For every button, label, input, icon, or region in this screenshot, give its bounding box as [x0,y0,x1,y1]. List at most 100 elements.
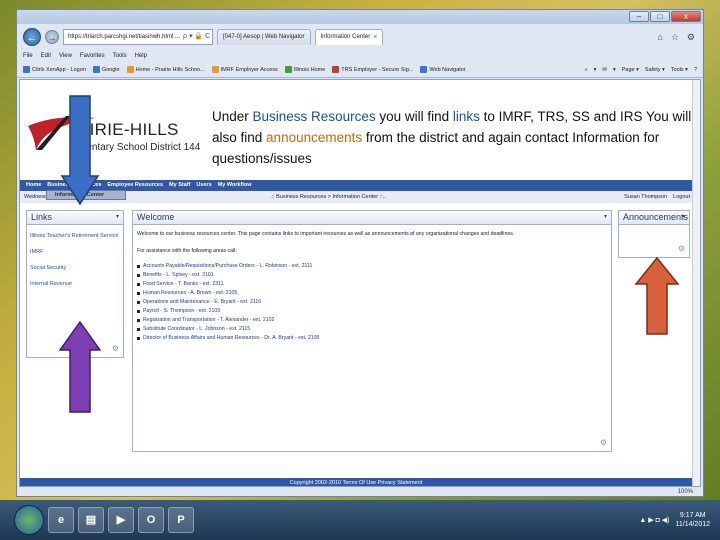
portal-nav-my-workflow[interactable]: My Workflow [218,180,252,191]
welcome-assist: For assistance with the following areas … [137,248,237,254]
page-content: AIRIE-HILLS mentary School District 144 … [19,79,701,487]
annotation-arrow-up-icon [58,320,102,413]
address-actions-icons[interactable]: ρ ▾ 🔒 C × [183,30,212,44]
list-item: Operations and Maintenance - E. Bryant -… [137,299,607,306]
link-internal-revenue[interactable]: Internal Revenue [30,281,120,287]
bullet-icon [137,292,140,295]
tools-menu[interactable]: Tools ▾ [671,67,688,73]
welcome-intro: Welcome to our business resources center… [137,231,515,237]
gear-icon[interactable]: ⚙ [112,344,119,353]
menu-edit[interactable]: Edit [41,50,51,62]
chevron-down-icon[interactable]: ▾ [116,211,119,224]
favorites-star-icon[interactable]: ☆ [671,32,679,43]
taskbar: e ▤ ▶ O P ▲ ▶ ◘ ◀) 9:17 AM 11/14/2012 [0,500,720,540]
favorite-web-navigator[interactable]: Web Navigator [420,66,466,73]
favorite-label: Citrix XenApp - Logon [32,66,86,73]
chevron-down-icon[interactable]: ▾ [682,211,685,224]
favorite-icon [284,66,292,73]
list-item: Director of Business Affairs and Human R… [137,335,607,342]
help-icon[interactable]: ? [694,67,697,73]
menu-bar: File Edit View Favorites Tools Help [17,50,703,62]
print-dropdown[interactable]: ▾ [613,67,616,73]
maximize-button[interactable]: □ [650,11,670,22]
tab-information-center[interactable]: Information Center × [314,29,384,45]
portal-nav-users[interactable]: Users [196,180,211,191]
link-social-security[interactable]: Social Security [30,265,120,271]
close-button[interactable]: x [671,11,701,22]
home-icon[interactable]: ⌂ [657,32,662,43]
list-item: Substitute Coordinator - L. Johnson - ex… [137,326,607,333]
list-item: Accounts Payable/Requisitions/Purchase O… [137,263,607,270]
favorite-imrf[interactable]: IMRF Employer Access [211,66,278,73]
vertical-scrollbar[interactable] [692,80,700,486]
start-button[interactable] [14,505,44,535]
menu-help[interactable]: Help [135,50,147,62]
annotation-arrow-up-icon [634,256,680,335]
mail-icon[interactable]: ✉ [602,67,607,73]
tray-icons[interactable]: ▲ ▶ ◘ ◀) [639,516,669,524]
welcome-panel-header: Welcome ▾ [133,211,611,225]
taskbar-outlook-icon[interactable]: O [138,507,164,533]
list-item: Benefits - L. Spivey - ext. 2101 [137,272,607,279]
clock-time: 9:17 AM [679,512,706,519]
welcome-panel-title: Welcome [137,212,175,222]
navigation-bar: ← → https://triarch.parcshgi.net/tiasinw… [17,24,703,50]
portal-nav-home[interactable]: Home [26,180,41,191]
portal-footer: Copyright 2002-2010 Terms Of Use Privacy… [20,478,692,486]
gear-icon[interactable]: ⚙ [600,438,607,447]
portal-nav-my-staff[interactable]: My Staff [169,180,190,191]
link-imrf[interactable]: IMRF [30,249,120,255]
minimize-button[interactable]: – [629,11,649,22]
safety-menu[interactable]: Safety ▾ [645,67,665,73]
address-url: https://triarch.parcshgi.net/tiasinwh.ht… [68,34,181,40]
more-chevron-icon[interactable]: » [585,67,588,73]
clock[interactable]: 9:17 AM 11/14/2012 [675,511,710,529]
favorite-google[interactable]: Google [92,66,120,73]
taskbar-media-player-icon[interactable]: ▶ [108,507,134,533]
note-text: Under [212,109,253,124]
taskbar-internet-explorer-icon[interactable]: e [48,507,74,533]
menu-view[interactable]: View [59,50,72,62]
back-icon[interactable]: ← [23,28,41,46]
logout-link[interactable]: Logout [673,191,690,203]
favorite-label: TRS Employer - Secure Sig... [341,66,414,73]
link-trs[interactable]: Illinois Teacher's Retirement Service [30,233,120,239]
rss-dropdown[interactable]: ▾ [594,67,597,73]
chevron-down-icon[interactable]: ▾ [604,211,607,224]
tab-close-icon[interactable]: × [373,30,377,45]
links-panel-title: Links [31,212,53,222]
contact-text: Operations and Maintenance - E. Bryant -… [143,299,262,305]
annotation-arrow-down-icon [60,95,100,206]
taskbar-file-explorer-icon[interactable]: ▤ [78,507,104,533]
favorite-citrix[interactable]: Citrix XenApp - Logon [23,66,86,73]
announcements-panel: Announcements ▾ ⚙ [618,210,690,258]
taskbar-powerpoint-icon[interactable]: P [168,507,194,533]
note-highlight-links: links [452,109,480,124]
command-bar: » ▾ ✉ ▾ Page ▾ Safety ▾ Tools ▾ ? [585,67,697,73]
bullet-icon [137,319,140,322]
menu-favorites[interactable]: Favorites [80,50,105,62]
forward-icon[interactable]: → [45,30,59,44]
address-bar[interactable]: https://triarch.parcshgi.net/tiasinwh.ht… [63,29,213,45]
zoom-level[interactable]: 100% [678,489,693,495]
favorite-icon [23,66,30,73]
favorite-trs[interactable]: TRS Employer - Secure Sig... [332,66,413,73]
favorite-illinois-home[interactable]: Illinois Home [284,66,325,73]
tab-web-navigator[interactable]: [047-0] Aesop | Web Navigator [217,29,311,45]
page-menu[interactable]: Page ▾ [622,67,639,73]
browser-toolbar-icons: ⌂ ☆ ⚙ [657,32,695,43]
links-panel-header: Links ▾ [27,211,123,225]
bullet-icon [137,274,140,277]
list-item: Payroll - S. Thompson - ext. 2103 [137,308,607,315]
tab-label: [047-0] Aesop | Web Navigator [223,34,305,40]
favorite-prairie-hills[interactable]: Home - Prairie Hills Schoo... [126,66,205,73]
contact-text: Substitute Coordinator - L. Johnson - ex… [143,326,251,332]
announcements-panel-header: Announcements ▾ [619,211,689,225]
contact-text: Accounts Payable/Requisitions/Purchase O… [143,263,313,269]
favorite-label: Web Navigator [429,66,466,73]
menu-tools[interactable]: Tools [113,50,127,62]
favorite-label: IMRF Employer Access [220,66,278,73]
gear-icon[interactable]: ⚙ [678,244,685,253]
settings-gear-icon[interactable]: ⚙ [687,32,695,43]
menu-file[interactable]: File [23,50,33,62]
